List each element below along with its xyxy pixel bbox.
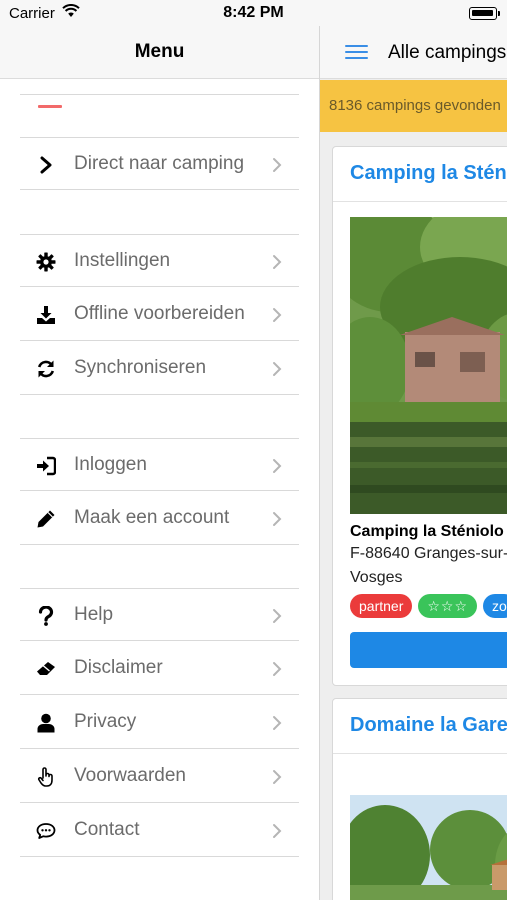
camping-card-title[interactable]: Domaine la Gare: [350, 714, 507, 737]
menu-item-inloggen[interactable]: Inloggen: [20, 438, 299, 491]
menu-item-help[interactable]: Help: [20, 588, 299, 641]
camping-card[interactable]: Domaine la Gare: [332, 698, 507, 900]
battery-icon: [469, 7, 497, 20]
gear-icon: [35, 252, 57, 272]
content-header: Alle campings: [320, 26, 507, 79]
camping-photo[interactable]: [350, 217, 507, 514]
menu-item-label: Contact: [74, 819, 140, 840]
main-content: Alle campings 8136 campings gevonden Cam…: [319, 26, 507, 900]
download-icon: [35, 305, 57, 325]
menu-item-label: Direct naar camping: [74, 153, 245, 174]
status-time: 8:42 PM: [223, 4, 284, 21]
menu-item-label: Privacy: [74, 711, 137, 732]
partner-badge: partner: [350, 594, 413, 618]
battery-tip: [498, 11, 500, 16]
camping-card-title[interactable]: Camping la Sténiolo: [350, 162, 507, 185]
extra-badge: zo: [483, 594, 507, 618]
chevron-right-icon: [273, 662, 282, 676]
card-divider: [333, 753, 507, 754]
user-icon: [35, 713, 57, 733]
camping-name: Camping la Sténiolo: [350, 523, 504, 540]
page-title: Alle campings: [388, 42, 507, 63]
sync-icon: [35, 359, 57, 379]
menu-title: Menu: [134, 41, 185, 62]
chevron-right-icon: [273, 158, 282, 172]
menu-item-label: Inloggen: [74, 454, 147, 475]
partial-menu-icon: [38, 105, 62, 108]
menu-item-privacy[interactable]: Privacy: [20, 696, 299, 749]
chevron-right-icon: [273, 459, 282, 473]
camping-photo[interactable]: [350, 795, 507, 900]
menu-item-label: Disclaimer: [74, 657, 163, 678]
card-divider: [333, 201, 507, 202]
chat-bubble-icon: [35, 821, 57, 841]
menu-item-synchroniseren[interactable]: Synchroniseren: [20, 342, 299, 395]
camping-address: F-88640 Granges-sur-: [350, 545, 507, 562]
eraser-icon: [35, 659, 57, 679]
badge-row: partner ☆☆☆ zo: [350, 594, 507, 618]
pencil-icon: [35, 509, 57, 529]
chevron-right-icon: [273, 770, 282, 784]
menu-item-label: Synchroniseren: [74, 357, 207, 378]
chevron-right-icon: [273, 308, 282, 322]
result-count-text: 8136 campings gevonden: [329, 97, 501, 114]
menu-item-label: Offline voorbereiden: [74, 303, 245, 324]
hamburger-menu-icon[interactable]: [345, 45, 369, 61]
camping-card[interactable]: Camping la Sténiolo: [332, 146, 507, 686]
menu-header: Menu: [0, 26, 319, 79]
question-icon: [35, 606, 57, 626]
chevron-right-icon: [273, 512, 282, 526]
status-bar: Carrier 8:42 PM: [0, 0, 507, 26]
stars-badge: ☆☆☆: [418, 594, 478, 618]
hand-pointer-icon: [35, 767, 57, 787]
camping-action-button[interactable]: [350, 632, 507, 668]
menu-item-disclaimer[interactable]: Disclaimer: [20, 642, 299, 695]
menu-item-label: Instellingen: [74, 250, 171, 271]
menu-divider: [20, 94, 299, 95]
chevron-right-icon: [273, 824, 282, 838]
chevron-right-icon: [273, 716, 282, 730]
menu-item-contact[interactable]: Contact: [20, 804, 299, 857]
chevron-right-icon: [273, 255, 282, 269]
menu-item-instellingen[interactable]: Instellingen: [20, 234, 299, 287]
menu-item-label: Voorwaarden: [74, 765, 186, 786]
menu-item-label: Maak een account: [74, 507, 230, 528]
menu-item-label: Help: [74, 604, 114, 625]
chevron-right-icon: [35, 155, 57, 175]
chevron-right-icon: [273, 362, 282, 376]
camping-region: Vosges: [350, 569, 403, 586]
app-screen: Carrier 8:42 PM Menu Direct naar camping: [0, 0, 507, 900]
sign-in-icon: [35, 456, 57, 476]
menu-item-offline-voorbereiden[interactable]: Offline voorbereiden: [20, 288, 299, 341]
menu-item-maak-een-account[interactable]: Maak een account: [20, 492, 299, 545]
result-count-banner: 8136 campings gevonden: [320, 80, 507, 132]
side-menu: Menu Direct naar camping Instellingen Of…: [0, 26, 319, 900]
menu-item-direct-naar-camping[interactable]: Direct naar camping: [20, 137, 299, 190]
menu-item-voorwaarden[interactable]: Voorwaarden: [20, 750, 299, 803]
chevron-right-icon: [273, 609, 282, 623]
